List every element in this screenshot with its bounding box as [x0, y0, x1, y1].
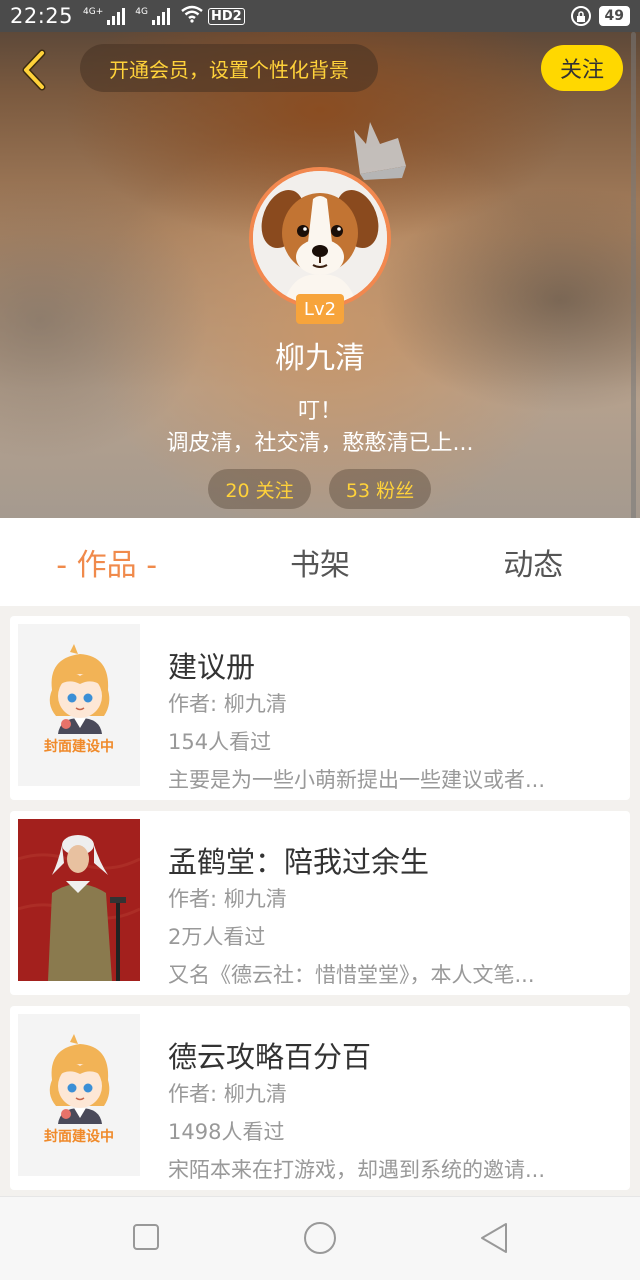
book-card[interactable]: 封面建设中 德云攻略百分百 作者: 柳九清 1498人看过 宋陌本来在打游戏，却…	[10, 1006, 630, 1190]
vip-background-banner[interactable]: 开通会员，设置个性化背景	[80, 44, 378, 92]
recent-apps-button[interactable]	[132, 1223, 160, 1255]
home-button[interactable]	[303, 1221, 337, 1259]
book-title: 德云攻略百分百	[168, 1040, 372, 1074]
book-title: 建议册	[168, 650, 256, 684]
system-nav-bar	[0, 1196, 640, 1280]
crown-icon	[354, 122, 406, 180]
bio-line-1: 叮！	[297, 399, 342, 424]
book-views: 2万人看过	[168, 925, 266, 949]
book-description: 主要是为一些小萌新提出一些建议或者...	[168, 768, 546, 792]
tab-activity[interactable]: 动态	[427, 540, 640, 584]
battery-icon: 49	[598, 6, 630, 26]
status-time: 22:25	[10, 4, 74, 28]
book-views: 154人看过	[168, 730, 272, 754]
anime-girl-cover-image	[18, 1014, 140, 1176]
book-cover-image	[18, 819, 140, 981]
rotation-lock-icon	[570, 6, 591, 26]
book-description: 又名《德云社：惜惜堂堂》，本人文笔...	[168, 963, 535, 987]
follow-button[interactable]: 关注	[541, 45, 623, 91]
man-in-robe-cover-image	[18, 819, 140, 981]
chevron-left-icon	[22, 49, 46, 91]
tab-works[interactable]: - 作品 -	[0, 540, 213, 584]
book-cover-placeholder: 封面建设中	[18, 1014, 140, 1176]
cover-caption: 封面建设中	[44, 739, 114, 755]
anime-girl-cover-image	[18, 624, 140, 786]
user-avatar[interactable]	[249, 167, 391, 309]
book-author: 作者: 柳九清	[168, 887, 287, 911]
tab-bookshelf[interactable]: 书架	[213, 540, 426, 584]
following-count-button[interactable]: 20 关注	[208, 469, 311, 509]
book-author: 作者: 柳九清	[168, 1082, 287, 1106]
book-author: 作者: 柳九清	[168, 692, 287, 716]
triangle-back-icon	[481, 1223, 507, 1253]
back-nav-button[interactable]	[478, 1221, 510, 1259]
level-badge: Lv2	[296, 294, 344, 324]
cover-caption: 封面建设中	[44, 1129, 114, 1145]
status-bar: 22:25 4G+ 4G HD2 49	[0, 0, 640, 32]
square-icon	[133, 1224, 159, 1250]
bio-line-2: 调皮清，社交清，憨憨清已上...	[166, 431, 474, 456]
profile-tabs: - 作品 - 书架 动态	[0, 518, 640, 606]
signal-type-label: 4G+	[83, 7, 104, 17]
signal-icon-2: 4G	[135, 7, 170, 25]
signal-type-label-2: 4G	[135, 7, 148, 17]
circle-icon	[304, 1222, 336, 1254]
fans-count-button[interactable]: 53 粉丝	[329, 469, 431, 509]
signal-icon: 4G+	[83, 7, 126, 25]
book-list: 封面建设中 建议册 作者: 柳九清 154人看过 主要是为一些小萌新提出一些建议…	[0, 606, 640, 1196]
book-cover-placeholder: 封面建设中	[18, 624, 140, 786]
puppy-avatar-image	[253, 171, 387, 305]
book-views: 1498人看过	[168, 1120, 285, 1144]
wifi-icon	[180, 5, 204, 27]
profile-header: Lv2 柳九清 叮！ 调皮清，社交清，憨憨清已上... 20 关注 53 粉丝 …	[0, 0, 640, 518]
book-card[interactable]: 孟鹤堂：陪我过余生 作者: 柳九清 2万人看过 又名《德云社：惜惜堂堂》，本人文…	[10, 811, 630, 995]
hd-voice-icon: HD2	[207, 7, 245, 25]
username: 柳九清	[275, 341, 365, 376]
book-card[interactable]: 封面建设中 建议册 作者: 柳九清 154人看过 主要是为一些小萌新提出一些建议…	[10, 616, 630, 800]
book-title: 孟鹤堂：陪我过余生	[168, 845, 430, 879]
back-button[interactable]	[14, 48, 54, 92]
book-description: 宋陌本来在打游戏，却遇到系统的邀请...	[168, 1158, 546, 1182]
